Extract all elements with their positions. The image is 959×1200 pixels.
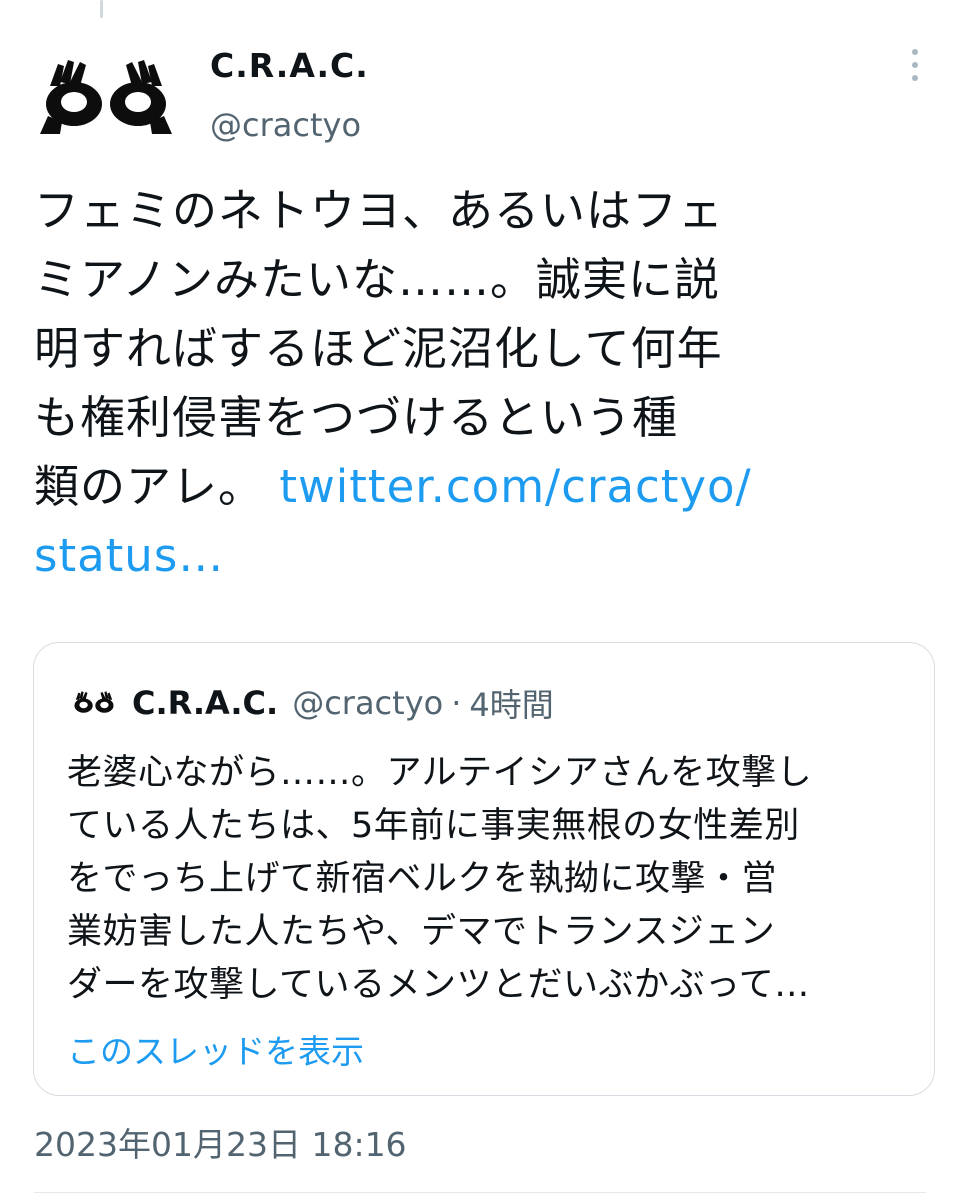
quote-text-line: ダーを攻撃しているメンツとだいぶかぶって…	[67, 965, 810, 1005]
more-vertical-icon[interactable]	[898, 40, 932, 90]
tweet-text-line: も権利侵害をつづけるという種	[34, 391, 679, 444]
more-dot	[912, 62, 918, 68]
tweet-header: C.R.A.C. @cractyo	[0, 0, 959, 170]
tweet-text-line-with-link: 類のアレ。 twitter.com/cractyo/	[34, 452, 926, 521]
quote-time: 4時間	[469, 686, 554, 724]
quote-text-line: 業妨害した人たちや、デマでトランスジェン	[67, 912, 776, 952]
tweet-text-line: 類のアレ。	[34, 460, 265, 513]
avatar[interactable]	[36, 56, 176, 136]
tweet-link-continued: status…	[34, 521, 926, 590]
tweet-text: フェミのネトウヨ、あるいはフェ ミアノンみたいな……。誠実に説 明すればするほど…	[34, 176, 926, 590]
tweet-link[interactable]: twitter.com/cractyo/	[279, 460, 751, 513]
tweet-text-line: フェミのネトウヨ、あるいはフェ	[34, 184, 725, 237]
quote-handle: @cractyo	[292, 684, 444, 722]
quote-tweet-card[interactable]: C.R.A.C. @cractyo · 4時間 老婆心ながら……。アルテイシアさ…	[33, 642, 935, 1096]
quote-header: C.R.A.C. @cractyo · 4時間	[68, 681, 554, 725]
more-dot	[912, 75, 918, 81]
quote-display-name: C.R.A.C.	[132, 684, 279, 722]
tweet-timestamp[interactable]: 2023年01月23日 18:16	[34, 1118, 407, 1166]
tweet-text-line: 明すればするほど泥沼化して何年	[34, 322, 723, 375]
user-handle[interactable]: @cractyo	[210, 106, 361, 144]
quote-text-line: 老婆心ながら……。アルテイシアさんを攻撃し	[67, 753, 813, 793]
show-thread-link[interactable]: このスレッドを表示	[67, 1025, 364, 1073]
divider	[34, 1192, 926, 1193]
quote-separator: ·	[451, 684, 462, 722]
quote-text: 老婆心ながら……。アルテイシアさんを攻撃し ている人たちは、5年前に事実無根の女…	[67, 747, 907, 1012]
display-name[interactable]: C.R.A.C.	[210, 46, 369, 85]
quote-text-line: ている人たちは、5年前に事実無根の女性差別	[67, 806, 800, 846]
quote-avatar	[74, 691, 114, 713]
more-dot	[912, 49, 918, 55]
quote-text-line: をでっち上げて新宿ベルクを執拗に攻撃・営	[67, 859, 778, 899]
tweet-link-tail[interactable]: status…	[34, 529, 224, 582]
tweet-text-line: ミアノンみたいな……。誠実に説	[34, 253, 720, 306]
